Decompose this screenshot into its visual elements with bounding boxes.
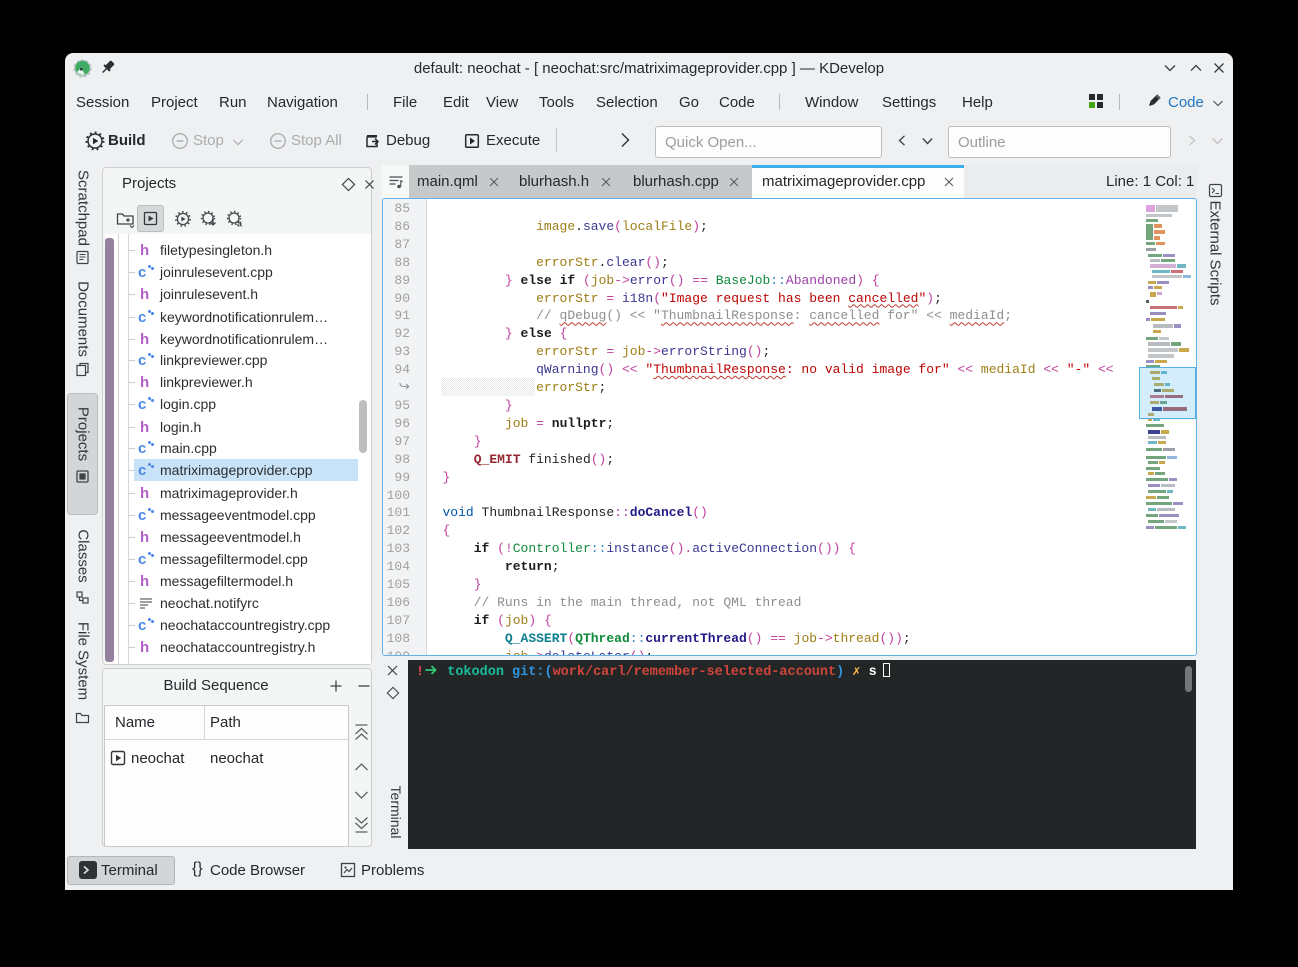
svg-text:a: a <box>237 219 243 229</box>
